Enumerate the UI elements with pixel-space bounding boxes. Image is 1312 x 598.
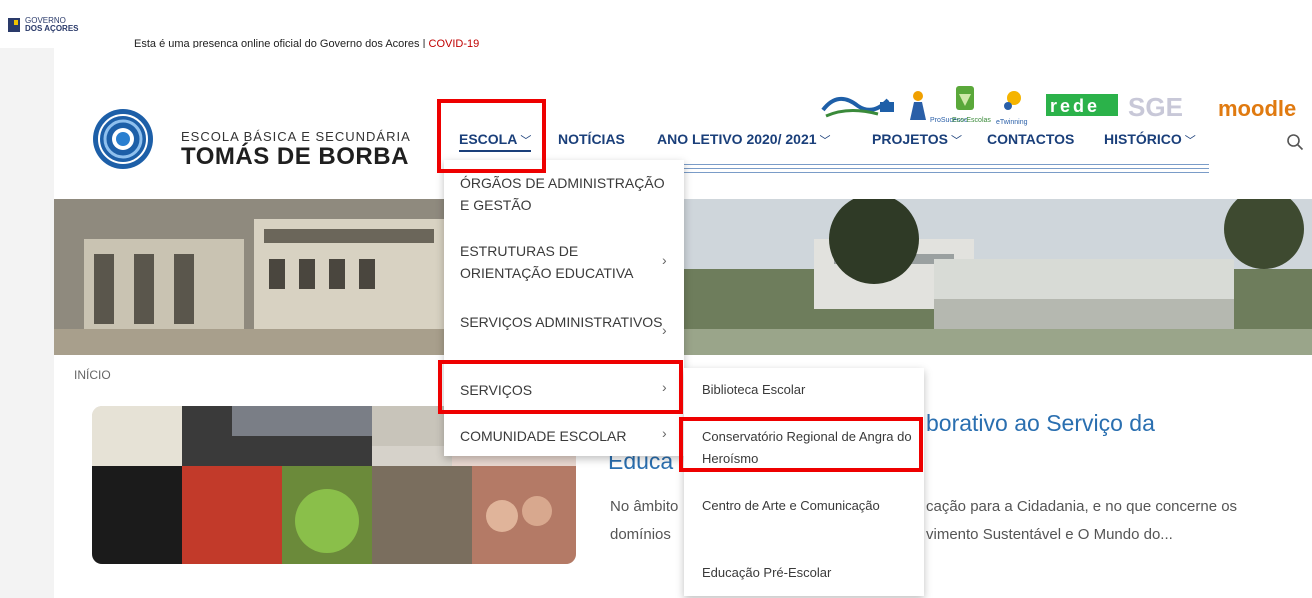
submenu-item-centro-arte[interactable]: Centro de Arte e Comunicação [702, 495, 912, 517]
moodle-logo-icon[interactable]: moodle [1218, 96, 1296, 121]
menu-item-estruturas[interactable]: ESTRUTURAS DE ORIENTAÇÃO EDUCATIVA [460, 240, 672, 284]
school-name-line2[interactable]: TOMÁS DE BORBA [181, 143, 409, 171]
left-gutter [0, 48, 54, 598]
government-name[interactable]: GOVERNO DOS AÇORES [25, 17, 79, 33]
rede-logo-icon[interactable]: rede [1046, 94, 1118, 116]
eco-escolas-logo-icon[interactable]: Eco-Escolas [952, 86, 991, 124]
article-excerpt: cação para a Cidadania, e no que concern… [926, 498, 1238, 515]
drec-logo-icon[interactable] [821, 97, 894, 118]
svg-text:SGE: SGE [1128, 92, 1183, 122]
government-logo-icon [8, 18, 20, 32]
menu-item-orgaos[interactable]: ÓRGÃOS DE ADMINISTRAÇÃO E GESTÃO [460, 172, 672, 216]
chevron-down-icon: ﹀ [819, 135, 831, 147]
etwinning-logo-icon[interactable]: eTwinning [996, 91, 1028, 126]
breadcrumb[interactable]: INÍCIO [74, 368, 111, 382]
submenu-item-biblioteca[interactable]: Biblioteca Escolar [702, 379, 912, 401]
nav-historico[interactable]: HISTÓRICO ﹀ [1104, 131, 1196, 148]
submenu-item-pre-escolar[interactable]: Educação Pré-Escolar [702, 562, 912, 584]
menu-item-comunidade-escolar[interactable]: COMUNIDADE ESCOLAR [460, 425, 672, 447]
nav-ano-letivo[interactable]: ANO LETIVO 2020/ 2021 ﹀ [657, 131, 831, 148]
article-excerpt: vimento Sustentável e O Mundo do... [926, 526, 1173, 543]
highlight-box-escola [437, 99, 546, 173]
chevron-down-icon: ﹀ [1184, 135, 1196, 147]
highlight-box-servicos [438, 360, 683, 414]
nav-noticias[interactable]: NOTÍCIAS [558, 131, 625, 147]
article-title-part[interactable]: borativo ao Serviço da [926, 410, 1155, 437]
nav-contactos[interactable]: CONTACTOS [987, 131, 1074, 147]
menu-item-servicos-administrativos[interactable]: SERVIÇOS ADMINISTRATIVOS [460, 311, 672, 333]
chevron-down-icon: ﹀ [951, 135, 962, 147]
search-icon[interactable] [1286, 133, 1304, 151]
chevron-right-icon: › [662, 425, 667, 441]
svg-text:Eco-Escolas: Eco-Escolas [952, 117, 991, 124]
article-excerpt: domínios [610, 526, 671, 543]
svg-text:eTwinning: eTwinning [996, 119, 1028, 126]
nav-underline-decoration [683, 164, 1209, 176]
chevron-right-icon: › [662, 322, 667, 338]
school-logo-icon[interactable] [92, 108, 154, 170]
sge-logo-icon[interactable]: SGE [1128, 92, 1183, 122]
partner-logos: ProSucesso Eco-Escolas eTwinning rede SG… [821, 86, 1296, 126]
highlight-box-conservatorio [679, 417, 923, 472]
svg-text:moodle: moodle [1218, 96, 1296, 121]
school-name-line1: ESCOLA BÁSICA E SECUNDÁRIA [181, 129, 411, 144]
svg-text:rede: rede [1050, 96, 1100, 116]
government-bar: GOVERNO DOS AÇORES Esta é uma presenca o… [0, 0, 1312, 50]
article-excerpt: No âmbito [610, 498, 679, 515]
nav-projetos[interactable]: PROJETOS ﹀ [872, 131, 962, 148]
chevron-right-icon: › [662, 252, 667, 268]
